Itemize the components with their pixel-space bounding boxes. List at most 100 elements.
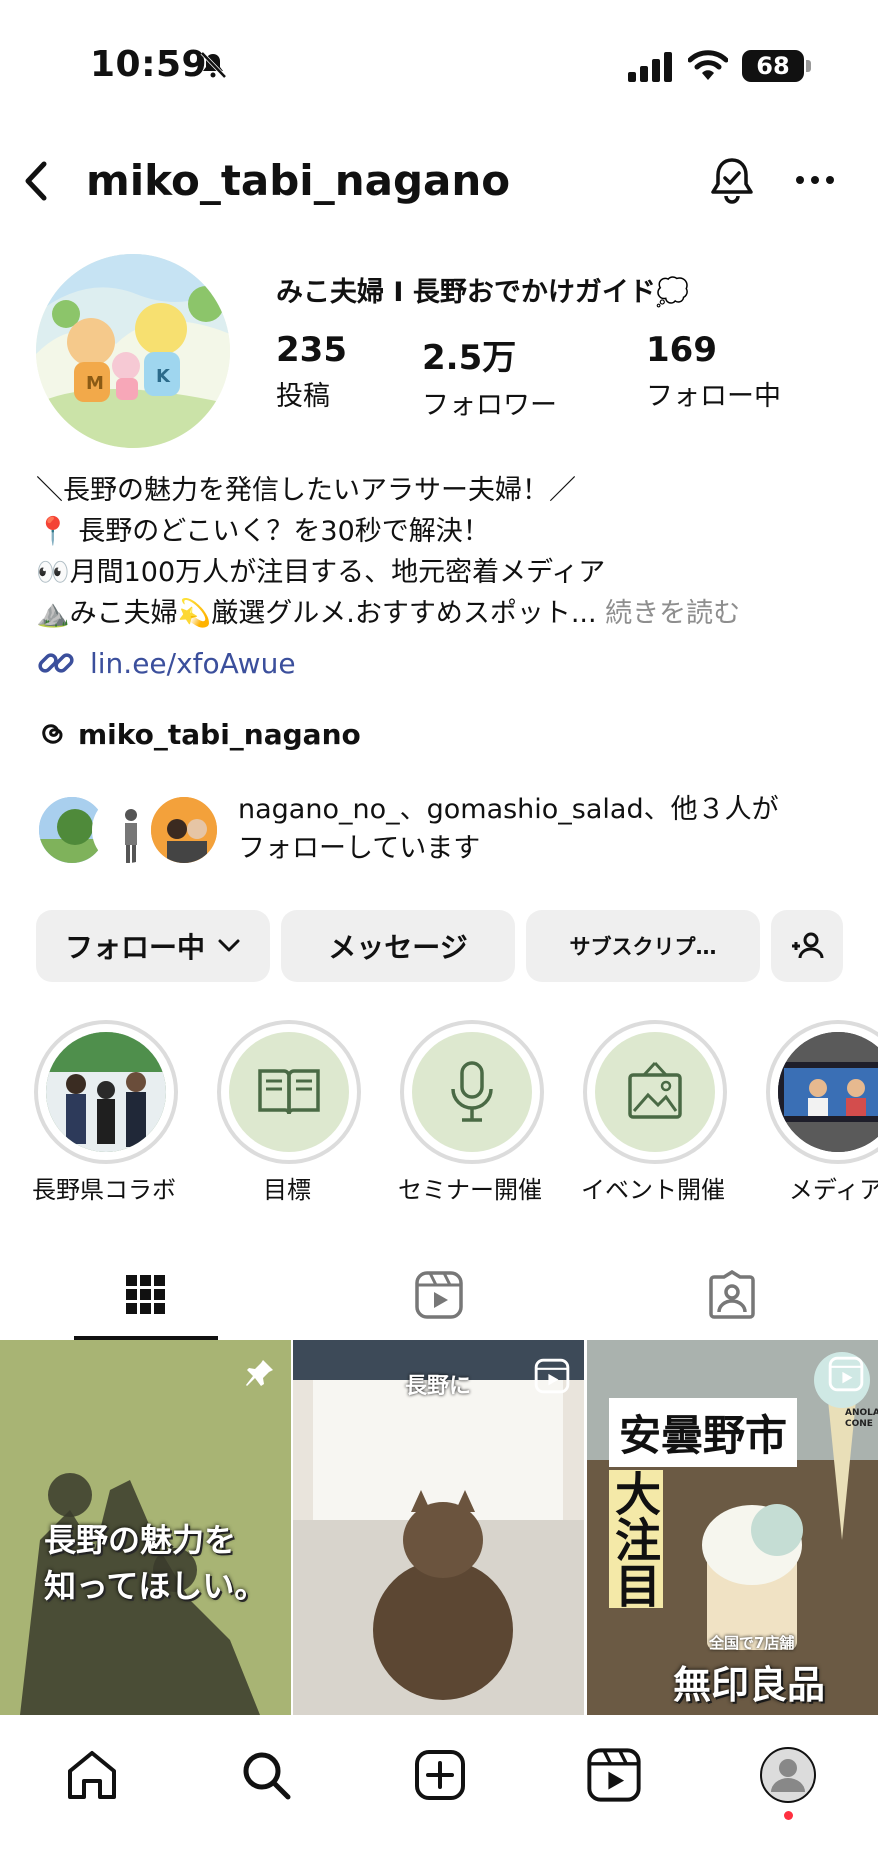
highlight-label: メディア [788, 1176, 878, 1204]
mutual-avatar [148, 794, 220, 866]
story-highlights: 長野県コラボ 目標 セミナー開催 イベント開催 メディア [0, 1020, 878, 1210]
notification-bell-icon[interactable] [706, 154, 758, 206]
following-stat[interactable]: 169 フォロー中 [646, 330, 781, 413]
profile-display-name: みこ夫婦 I 長野おでかけガイド💭 [276, 277, 690, 308]
cellular-signal-icon [628, 52, 672, 82]
battery-cap [806, 60, 811, 72]
highlight-label: イベント開催 [581, 1176, 725, 1204]
avatar-illustration: M K [36, 254, 230, 448]
following-label: フォロー中 [646, 381, 781, 412]
battery-indicator: 68 [742, 50, 804, 82]
highlight-ring [34, 1020, 178, 1164]
highlight-ring [217, 1020, 361, 1164]
nav-home[interactable] [62, 1745, 122, 1805]
profile-bio: ＼長野の魅力を発信したいアラサー夫婦！／ 📍 長野のどこいく？を30秒で解決！ … [36, 470, 856, 634]
highlight-label: セミナー開催 [398, 1176, 542, 1204]
reel-indicator-icon [828, 1356, 864, 1392]
highlight-cover-image [778, 1032, 878, 1152]
status-bar: 10:59 68 [0, 0, 878, 120]
mutual-avatars [36, 794, 226, 866]
profile-avatar[interactable]: M K [36, 254, 230, 448]
post-cone-label: ANOLA CONE [845, 1408, 878, 1429]
followed-by-names: nagano_no_、gomashio_salad、他３人が [238, 794, 779, 825]
page-title: miko_tabi_nagano [86, 156, 511, 205]
subscribe-button[interactable]: サブスクリプ… [526, 910, 760, 982]
more-options-icon[interactable] [790, 160, 840, 200]
pin-icon [246, 1360, 273, 1386]
tab-reels[interactable] [293, 1250, 585, 1340]
profile-actions: フォロー中 メッセージ サブスクリプ… [36, 910, 846, 982]
profile-link[interactable]: lin.ee/xfoAwue [36, 643, 296, 683]
highlight-cover [778, 1032, 878, 1152]
post-tile[interactable]: 長野に [293, 1340, 584, 1715]
subscribe-button-label: サブスクリプ… [569, 935, 717, 959]
threads-icon [42, 724, 63, 744]
profile-stats: 235 投稿 2.5万 フォロワー 169 フォロー中 [276, 330, 836, 422]
suggest-users-button[interactable] [771, 910, 843, 982]
bio-line: ＼長野の魅力を発信したいアラサー夫婦！／ [36, 475, 576, 506]
highlight-cover-image [46, 1032, 166, 1152]
search-icon [243, 1752, 291, 1800]
highlight-cover [229, 1032, 349, 1152]
nav-reels[interactable] [584, 1745, 644, 1805]
svg-text:M: M [86, 373, 104, 394]
post-overlay-line: 長野の魅力を [44, 1521, 237, 1559]
grid-icon [126, 1275, 165, 1314]
post-tile[interactable]: 長野の魅力を 知ってほしい。 [0, 1340, 291, 1715]
message-button-label: メッセージ [328, 931, 468, 964]
create-post-icon [415, 1750, 465, 1800]
highlight-cover [412, 1032, 532, 1152]
post-subtext: 全国で7店舗 [709, 1634, 795, 1652]
profile-avatar-icon [760, 1747, 816, 1803]
notification-dot [784, 1811, 793, 1820]
nav-create[interactable] [410, 1745, 470, 1805]
reels-icon [415, 1271, 463, 1319]
posts-label: 投稿 [276, 381, 330, 412]
followers-label: フォロワー [422, 390, 557, 421]
post-overlay-line: 知ってほしい。 [44, 1567, 267, 1605]
message-button[interactable]: メッセージ [281, 910, 515, 982]
link-icon [38, 653, 74, 673]
back-icon[interactable] [14, 158, 60, 204]
nav-profile[interactable] [758, 1745, 818, 1805]
following-button[interactable]: フォロー中 [36, 910, 270, 982]
highlight-ring [400, 1020, 544, 1164]
posts-stat[interactable]: 235 投稿 [276, 330, 347, 413]
svg-text:K: K [156, 366, 171, 387]
bell-off-icon [200, 51, 227, 79]
post-overlay-text: 長野の魅力を 知ってほしい。 [44, 1515, 266, 1607]
posts-count: 235 [276, 330, 347, 370]
highlight-ring [583, 1020, 727, 1164]
post-tile[interactable]: 安曇野市 ANOLA CONE 大注目 全国で7店舗 無印良品 [587, 1340, 878, 1715]
mutual-avatar-image [151, 797, 217, 863]
post-caption: 長野に [405, 1374, 472, 1399]
tab-tagged[interactable] [586, 1250, 878, 1340]
tagged-person-icon [709, 1270, 755, 1319]
followers-stat[interactable]: 2.5万 フォロワー [422, 330, 557, 422]
bio-line: 📍 長野のどこいく？を30秒で解決！ [36, 516, 490, 547]
picture-frame-icon [628, 1061, 682, 1119]
followed-by-suffix: フォローしています [238, 833, 481, 864]
chevron-down-icon [218, 939, 240, 952]
threads-badge[interactable]: miko_tabi_nagano [36, 714, 361, 754]
microphone-icon [451, 1061, 493, 1122]
tab-posts-grid[interactable] [0, 1250, 292, 1340]
posts-grid: 長野の魅力を 知ってほしい。 長野に 安曇野市 ANOLA CONE 大注目 全… [0, 1340, 878, 1715]
highlight-cover [595, 1032, 715, 1152]
profile-header: miko_tabi_nagano [0, 140, 878, 220]
clock: 10:59 [90, 44, 208, 85]
followed-by[interactable]: nagano_no_、gomashio_salad、他３人が フォローしています [36, 790, 856, 870]
reels-icon [587, 1748, 641, 1802]
highlight-ring [766, 1020, 878, 1164]
read-more-link[interactable]: 続きを読む [605, 598, 740, 629]
bio-line-last: ⛰️みこ夫婦💫厳選グルメ.おすすめスポット... 続きを読む [36, 593, 856, 634]
reel-indicator-icon [534, 1358, 570, 1394]
highlight-label: 長野県コラボ [32, 1176, 176, 1204]
post-brand-text: 無印良品 [673, 1663, 826, 1707]
nav-search[interactable] [236, 1745, 296, 1805]
following-count: 169 [646, 330, 717, 370]
book-icon [258, 1069, 320, 1115]
followed-by-text: nagano_no_、gomashio_salad、他３人が フォローしています [238, 790, 878, 868]
highlight-cover [46, 1032, 166, 1152]
wifi-icon [688, 50, 728, 80]
